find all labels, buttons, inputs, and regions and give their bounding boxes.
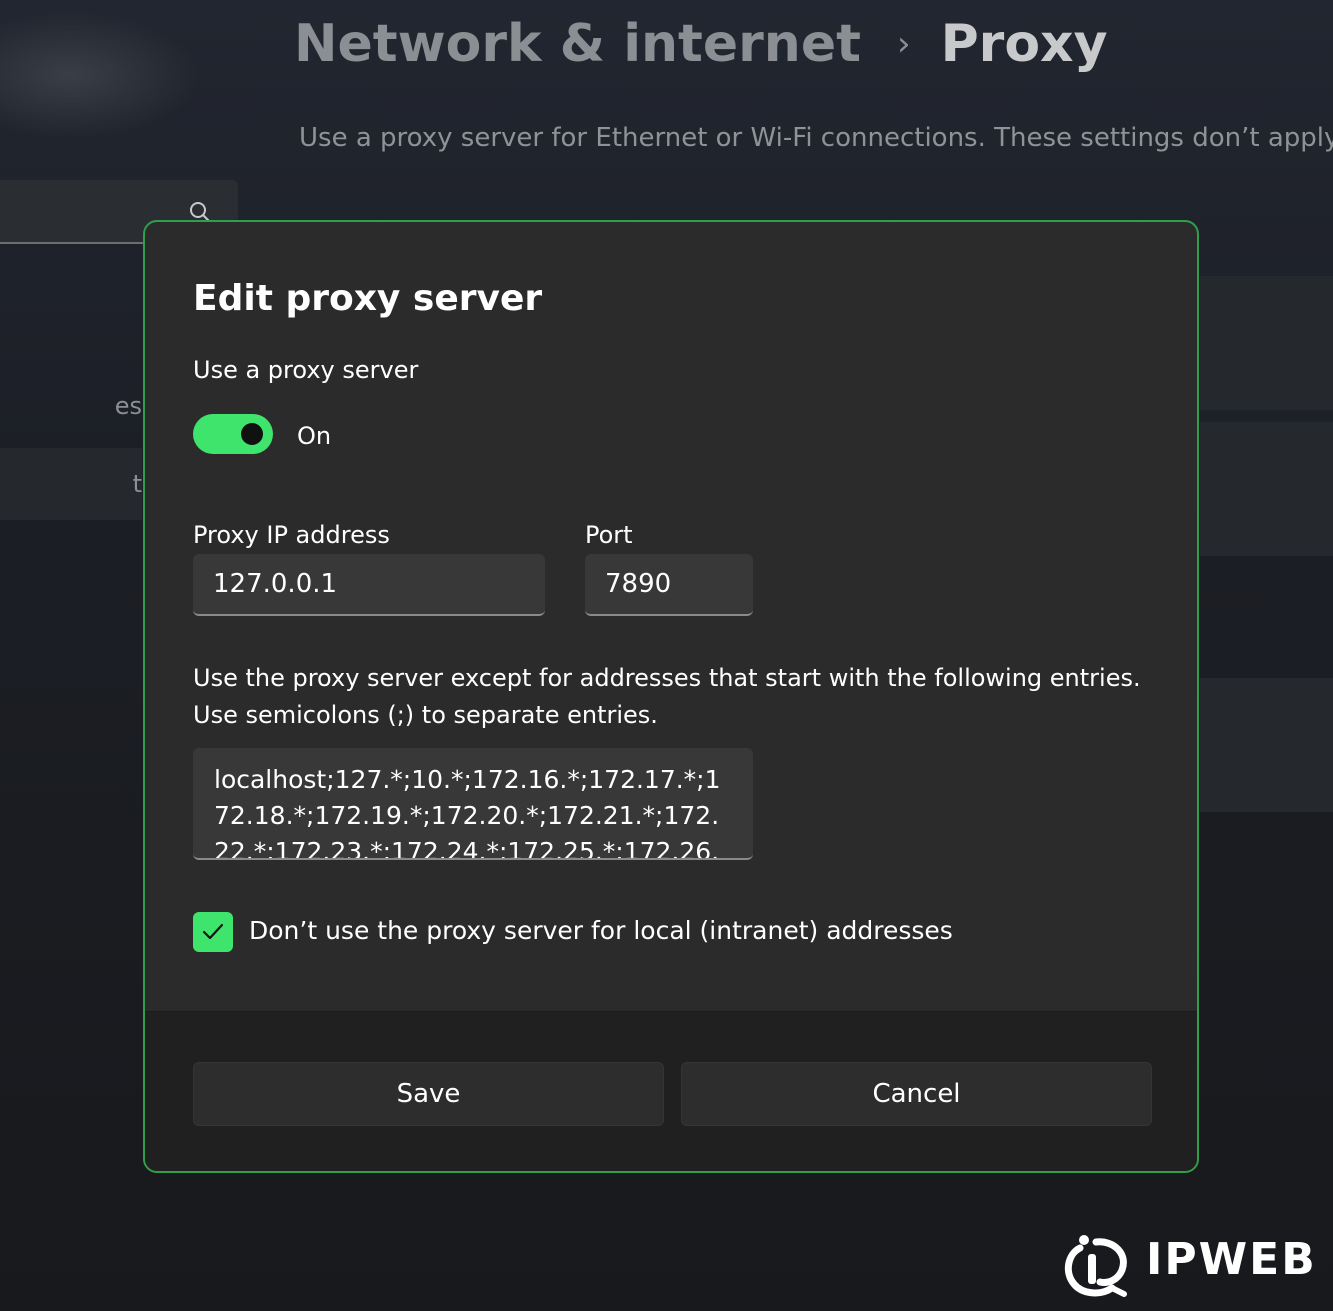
- exceptions-instructions-line: Use semicolons (;) to separate entries.: [193, 701, 658, 729]
- exceptions-instructions: Use the proxy server except for addresse…: [193, 660, 1183, 734]
- breadcrumb-proxy: Proxy: [940, 14, 1108, 74]
- chevron-right-icon: ›: [896, 24, 911, 64]
- use-proxy-toggle[interactable]: [193, 414, 273, 454]
- proxy-ip-label: Proxy IP address: [193, 521, 390, 549]
- toggle-state-label: On: [297, 422, 332, 450]
- exceptions-instructions-line: Use the proxy server except for addresse…: [193, 664, 1141, 692]
- port-label: Port: [585, 521, 633, 549]
- dialog-title: Edit proxy server: [193, 278, 543, 319]
- breadcrumb-network-internet[interactable]: Network & internet: [294, 14, 861, 74]
- save-button[interactable]: Save: [193, 1062, 664, 1126]
- ipweb-watermark: IPWEB: [1058, 1232, 1320, 1298]
- dialog-footer: Save Cancel: [145, 1011, 1197, 1171]
- toggle-knob: [241, 423, 263, 445]
- sidebar-item-devices[interactable]: es: [0, 370, 142, 442]
- page-description: Use a proxy server for Ethernet or Wi-Fi…: [299, 123, 1333, 153]
- sidebar-item-label: es: [114, 392, 142, 420]
- port-input[interactable]: 7890: [585, 554, 753, 616]
- local-addresses-label: Don’t use the proxy server for local (in…: [249, 916, 953, 945]
- breadcrumb: Network & internet › Proxy: [294, 14, 1107, 74]
- sidebar-item-network[interactable]: t: [0, 448, 142, 520]
- ipweb-logo-icon: [1064, 1235, 1127, 1297]
- local-addresses-checkbox[interactable]: [193, 912, 233, 952]
- sidebar-item-label: t: [132, 470, 142, 498]
- proxy-ip-input[interactable]: 127.0.0.1: [193, 554, 545, 616]
- cancel-button[interactable]: Cancel: [681, 1062, 1152, 1126]
- background-settings-card: [1200, 678, 1333, 812]
- checkmark-icon: [202, 923, 224, 940]
- watermark-text: IPWEB: [1146, 1234, 1317, 1285]
- use-proxy-label: Use a proxy server: [193, 356, 419, 384]
- background-settings-card: [1200, 276, 1333, 410]
- background-settings-card: [1200, 422, 1333, 556]
- exceptions-textarea[interactable]: localhost;127.*;10.*;172.16.*;172.17.*;1…: [193, 748, 753, 860]
- edit-proxy-dialog: Edit proxy server Use a proxy server On …: [143, 220, 1199, 1173]
